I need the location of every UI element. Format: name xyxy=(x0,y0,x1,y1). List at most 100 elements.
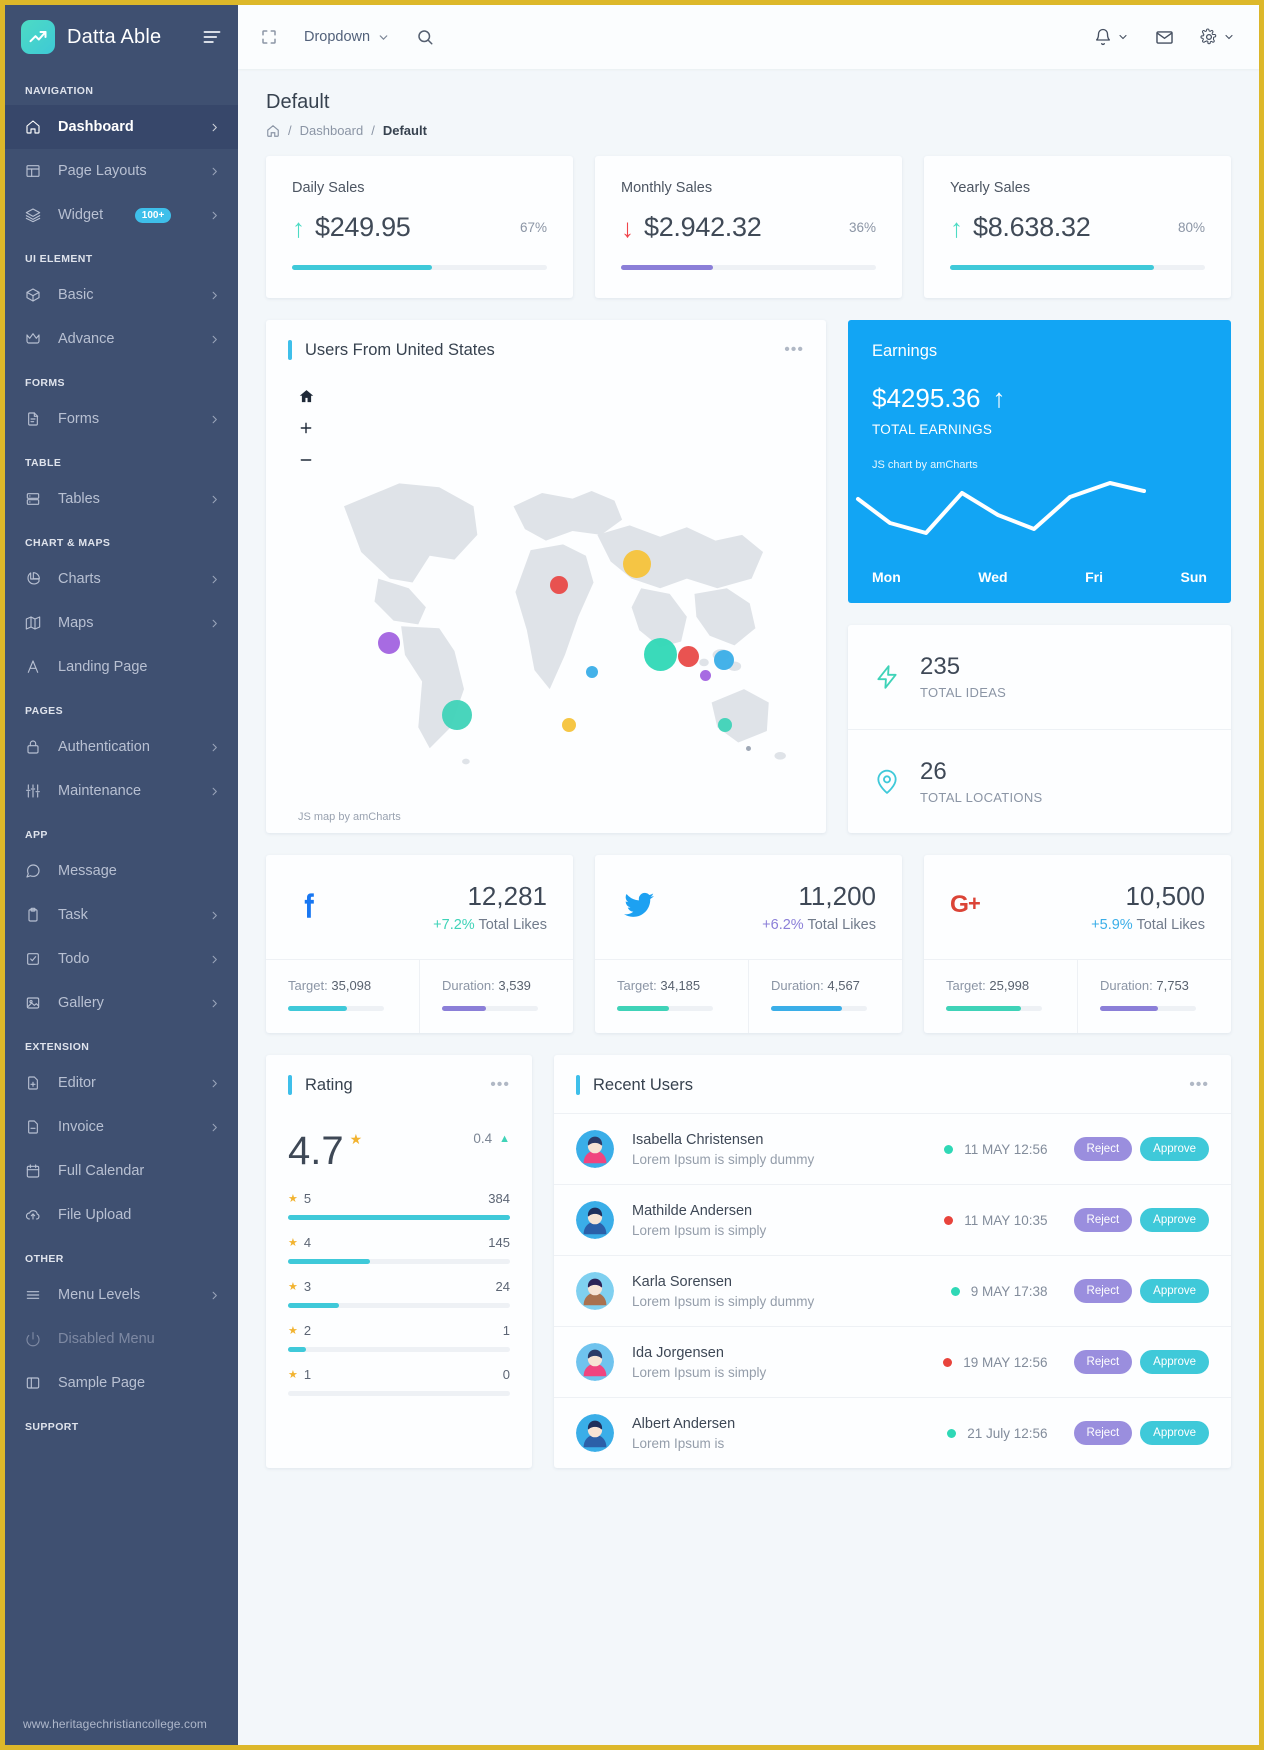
rating-body: 4.7 ★ 0.4 ▲ ★ 5 384 ★ 4 145 ★ 3 24 ★ 2 1 ★ 1 0 xyxy=(266,1113,532,1437)
bell-icon xyxy=(1095,28,1111,46)
rating-card: Rating ••• 4.7 ★ 0.4 ▲ ★ 5 384 ★ 4 145 ★ 3 24 ★ xyxy=(266,1055,532,1468)
map-bubble xyxy=(442,700,472,730)
topbar-right xyxy=(1094,28,1235,47)
social-card-bottom: Target: 25,998 Duration: 7,753 xyxy=(924,959,1231,1033)
sidebar-item-basic[interactable]: Basic xyxy=(5,273,238,317)
star-icon: ★ xyxy=(288,1237,298,1249)
approve-button[interactable]: Approve xyxy=(1140,1137,1209,1161)
sidebar-item-authentication[interactable]: Authentication xyxy=(5,725,238,769)
sidebar-item-sample-page[interactable]: Sample Page xyxy=(5,1361,238,1405)
trend-up-icon: ▲ xyxy=(499,1132,510,1145)
more-icon[interactable]: ••• xyxy=(1189,1077,1209,1092)
sidebar-item-file-upload[interactable]: File Upload xyxy=(5,1193,238,1237)
map-icon xyxy=(25,615,47,631)
chevron-right-icon xyxy=(209,414,220,425)
sidebar-item-widget[interactable]: Widget 100+ xyxy=(5,193,238,237)
sidebar-item-page-layouts[interactable]: Page Layouts xyxy=(5,149,238,193)
sidebar-item-label: Editor xyxy=(58,1075,96,1091)
sidebar-item-maps[interactable]: Maps xyxy=(5,601,238,645)
sidebar-item-dashboard[interactable]: Dashboard xyxy=(5,105,238,149)
social-subtext: +7.2% Total Likes xyxy=(433,917,547,933)
sales-card-amount: $249.95 xyxy=(315,212,411,242)
sidebar-item-advance[interactable]: Advance xyxy=(5,317,238,361)
breadcrumb-dashboard[interactable]: Dashboard xyxy=(300,123,364,138)
earnings-day-labels: Mon Wed Fri Sun xyxy=(872,569,1207,585)
brand: Datta Able xyxy=(5,5,238,69)
reject-button[interactable]: Reject xyxy=(1073,1350,1133,1374)
duration-label: Duration: xyxy=(1100,978,1153,993)
notifications-button[interactable] xyxy=(1094,28,1129,46)
approve-button[interactable]: Approve xyxy=(1140,1350,1209,1374)
chevron-right-icon xyxy=(209,742,220,753)
target-label: Target: xyxy=(288,978,328,993)
sidebar-item-charts[interactable]: Charts xyxy=(5,557,238,601)
rating-progress-track xyxy=(288,1391,510,1396)
chevron-right-icon xyxy=(209,166,220,177)
status-dot xyxy=(950,1286,960,1296)
duration-progress-track xyxy=(442,1006,538,1011)
map-bubble xyxy=(718,718,732,732)
rating-count: 24 xyxy=(495,1279,510,1294)
target-value: 35,098 xyxy=(331,978,372,993)
sidebar-item-label: Authentication xyxy=(58,739,150,755)
social-duration: Duration: 7,753 xyxy=(1077,960,1231,1033)
avatar xyxy=(576,1272,614,1310)
reject-button[interactable]: Reject xyxy=(1073,1137,1133,1161)
user-name: Ida Jorgensen xyxy=(632,1344,724,1361)
sidebar-item-message[interactable]: Message xyxy=(5,849,238,893)
sidebar-item-invoice[interactable]: Invoice xyxy=(5,1105,238,1149)
map-card-header: Users From United States ••• xyxy=(266,320,826,378)
sidebar-item-label: Landing Page xyxy=(58,659,148,675)
sidebar-item-label: Advance xyxy=(58,331,115,347)
rating-row-5: ★ 5 384 xyxy=(288,1191,510,1220)
settings-button[interactable] xyxy=(1200,28,1235,46)
stat-row-1: 26 TOTAL LOCATIONS xyxy=(848,728,1231,834)
sidebar-item-label: Basic xyxy=(58,287,94,303)
duration-progress-track xyxy=(1100,1006,1196,1011)
nav-caption-navigation: NAVIGATION xyxy=(25,85,94,97)
nav-caption-pages: PAGES xyxy=(25,705,63,717)
sidebar-item-full-calendar[interactable]: Full Calendar xyxy=(5,1149,238,1193)
rating-star-count: 3 xyxy=(303,1279,312,1294)
sidebar-item-landing-page[interactable]: Landing Page xyxy=(5,645,238,689)
map-bubble xyxy=(714,650,734,670)
reject-button[interactable]: Reject xyxy=(1073,1421,1133,1445)
sales-card-percent: 36% xyxy=(848,220,876,235)
rating-count: 1 xyxy=(502,1323,510,1338)
sidebar-item-maintenance[interactable]: Maintenance xyxy=(5,769,238,813)
sidebar-item-task[interactable]: Task xyxy=(5,893,238,937)
sidebar-item-gallery[interactable]: Gallery xyxy=(5,981,238,1025)
reject-button[interactable]: Reject xyxy=(1073,1279,1133,1303)
reject-button[interactable]: Reject xyxy=(1073,1208,1133,1232)
stat-row-0: 235 TOTAL IDEAS xyxy=(848,625,1231,729)
approve-button[interactable]: Approve xyxy=(1140,1279,1209,1303)
sidebar-item-editor[interactable]: Editor xyxy=(5,1061,238,1105)
sidebar-item-menu-levels[interactable]: Menu Levels xyxy=(5,1273,238,1317)
sidebar-badge: 100+ xyxy=(134,207,172,223)
zap-icon xyxy=(874,664,920,690)
sidebar-item-forms[interactable]: Forms xyxy=(5,397,238,441)
sidebar-item-tables[interactable]: Tables xyxy=(5,477,238,521)
more-icon[interactable]: ••• xyxy=(784,342,804,357)
sidebar-item-label: Forms xyxy=(58,411,100,427)
user-actions: Reject Approve xyxy=(1073,1279,1209,1303)
sliders-icon xyxy=(25,783,47,799)
sales-card-value-row: ↑ $8.638.32 80% xyxy=(950,212,1205,243)
approve-button[interactable]: Approve xyxy=(1140,1208,1209,1232)
chevron-right-icon xyxy=(209,1122,220,1133)
sidebar-item-todo[interactable]: Todo xyxy=(5,937,238,981)
home-icon[interactable] xyxy=(266,124,280,138)
social-cards-row: 12,281 +7.2% Total Likes Target: 35,098 Dur… xyxy=(266,855,1231,1033)
layers-icon xyxy=(25,207,47,223)
search-icon[interactable] xyxy=(416,28,434,46)
app-root: Datta Able NAVIGATION Dashboard Page Layou… xyxy=(5,5,1259,1745)
dropdown-button[interactable]: Dropdown xyxy=(304,29,390,45)
rating-progress-fill xyxy=(288,1215,510,1220)
mail-icon[interactable] xyxy=(1155,28,1174,47)
duration-label: Duration: xyxy=(771,978,824,993)
more-icon[interactable]: ••• xyxy=(490,1077,510,1092)
approve-button[interactable]: Approve xyxy=(1140,1421,1209,1445)
menu-toggle-icon[interactable] xyxy=(202,27,222,47)
trend-arrow-icon: ↓ xyxy=(621,212,634,243)
expand-icon[interactable] xyxy=(260,28,278,46)
